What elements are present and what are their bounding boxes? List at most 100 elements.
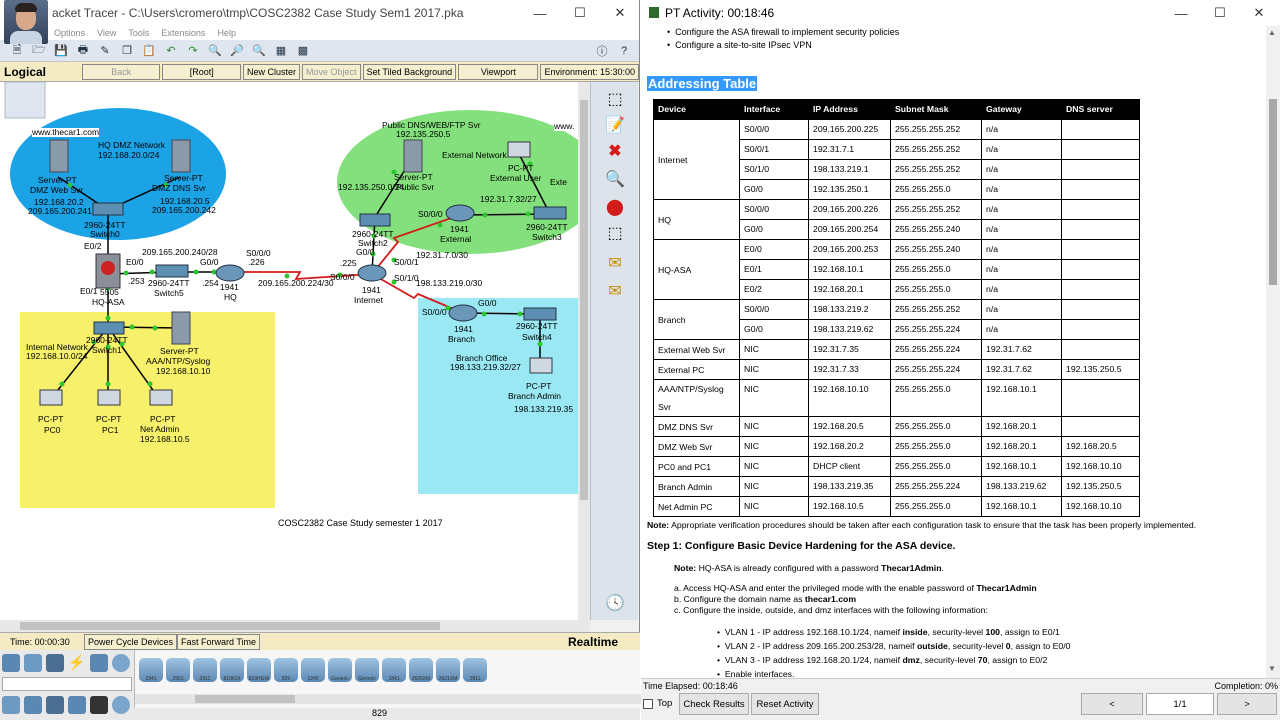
- canvas-horizontal-scrollbar[interactable]: [0, 620, 590, 632]
- note-icon[interactable]: 📝: [603, 114, 627, 136]
- question-icon[interactable]: ?: [615, 43, 633, 59]
- wizard-icon[interactable]: ✎: [96, 43, 114, 59]
- close-icon[interactable]: ✕: [600, 0, 640, 26]
- delete-icon[interactable]: ✖: [603, 140, 627, 162]
- device-cell: Net Admin PC: [653, 496, 740, 517]
- subcat-6-icon[interactable]: [112, 696, 130, 714]
- label-sw4-model: 2960-24TT: [516, 321, 558, 331]
- add-simple-pdu-icon[interactable]: ✉: [603, 252, 627, 274]
- scrollbar-thumb[interactable]: [1269, 99, 1277, 285]
- logical-workspace[interactable]: www.thecar1.com HQ DMZ Network 192.168.2…: [0, 82, 578, 620]
- move-object-button[interactable]: Move Object: [302, 63, 361, 80]
- device-model[interactable]: 2811: [463, 658, 487, 682]
- back-button[interactable]: Back: [81, 63, 161, 80]
- device-model[interactable]: Generic: [328, 658, 352, 682]
- print-icon[interactable]: 🖶: [74, 43, 92, 59]
- zoom-out-icon[interactable]: 🔍: [250, 43, 268, 59]
- open-folder-icon[interactable]: 🗁: [30, 43, 48, 59]
- palette-scrollbar[interactable]: [135, 694, 641, 704]
- switches-category-icon[interactable]: [24, 654, 42, 672]
- zoom-reset-icon[interactable]: 🔎: [228, 43, 246, 59]
- instructions-scrollbar[interactable]: ▲ ▼: [1266, 26, 1280, 678]
- hubs-category-icon[interactable]: [46, 654, 64, 672]
- draw-shape-icon[interactable]: ⬤: [603, 196, 627, 218]
- subcat-5-icon[interactable]: [90, 696, 108, 714]
- device-search-box[interactable]: [2, 677, 132, 691]
- packet-tracer-window: acket Tracer - C:\Users\cromero\tmp\COSC…: [0, 0, 641, 720]
- copy-icon[interactable]: ❐: [118, 43, 136, 59]
- routers-category-icon[interactable]: [2, 654, 20, 672]
- top-checkbox[interactable]: [643, 699, 653, 709]
- device-model[interactable]: 1941: [139, 658, 163, 682]
- resize-shape-icon[interactable]: ⬚: [603, 222, 627, 244]
- reset-activity-button[interactable]: Reset Activity: [751, 693, 819, 715]
- custom-device-icon[interactable]: ▩: [294, 43, 312, 59]
- device-model[interactable]: 819IOX: [220, 658, 244, 682]
- maximize-icon[interactable]: ☐: [560, 0, 600, 26]
- root-button[interactable]: [Root]: [162, 63, 242, 80]
- new-file-icon[interactable]: 🗎: [8, 43, 26, 59]
- task-c: c. Configure the inside, outside, and dm…: [674, 605, 988, 615]
- logical-mode-label: Logical: [4, 64, 47, 79]
- zoom-in-icon[interactable]: 🔍: [206, 43, 224, 59]
- table-cell: 192.168.10.5: [808, 496, 891, 517]
- table-cell: E0/2: [739, 279, 809, 300]
- device-model[interactable]: 2901: [166, 658, 190, 682]
- minimize-icon[interactable]: —: [520, 0, 560, 26]
- info-icon[interactable]: ⓘ: [593, 43, 611, 59]
- check-results-button[interactable]: Check Results: [679, 693, 749, 715]
- realtime-clock-icon[interactable]: 🕓: [603, 592, 627, 614]
- device-model[interactable]: 2911: [193, 658, 217, 682]
- menu-view[interactable]: View: [97, 28, 116, 38]
- activity-maximize-icon[interactable]: ☐: [1200, 0, 1240, 26]
- viewport-button[interactable]: Viewport: [458, 63, 539, 80]
- menu-extensions[interactable]: Extensions: [161, 28, 205, 38]
- table-cell: 209.165.200.226: [808, 199, 891, 220]
- fast-forward-button[interactable]: Fast Forward Time: [177, 633, 261, 650]
- end-devices-category-icon[interactable]: [90, 654, 108, 672]
- connections-category-icon[interactable]: ⚡: [68, 654, 86, 672]
- wireless-category-icon[interactable]: [112, 654, 130, 672]
- canvas-vertical-scrollbar[interactable]: [578, 82, 590, 620]
- power-cycle-button[interactable]: Power Cycle Devices: [84, 633, 178, 650]
- paste-icon[interactable]: 📋: [140, 43, 158, 59]
- realtime-mode-label[interactable]: Realtime: [568, 635, 618, 649]
- environment-button[interactable]: Environment: 15:30:00: [540, 63, 640, 80]
- subcat-2-icon[interactable]: [24, 696, 42, 714]
- table-cell: n/a: [981, 319, 1062, 340]
- table-cell: [1061, 279, 1140, 300]
- device-model[interactable]: 2620XM: [409, 658, 433, 682]
- inspect-icon[interactable]: 🔍: [603, 168, 627, 190]
- subcat-3-icon[interactable]: [46, 696, 64, 714]
- device-model[interactable]: 1240: [301, 658, 325, 682]
- table-cell: 192.168.20.1: [981, 416, 1062, 437]
- menu-help[interactable]: Help: [217, 28, 236, 38]
- device-model[interactable]: 2621XM: [436, 658, 460, 682]
- redo-icon[interactable]: ↷: [184, 43, 202, 59]
- table-cell: 255.255.255.0: [890, 416, 982, 437]
- menu-tools[interactable]: Tools: [128, 28, 149, 38]
- activity-minimize-icon[interactable]: —: [1161, 0, 1201, 26]
- activity-close-icon[interactable]: ✕: [1239, 0, 1279, 26]
- table-cell: NIC: [739, 496, 809, 517]
- new-cluster-button[interactable]: New Cluster: [243, 63, 301, 80]
- table-cell: 192.168.20.5: [1061, 436, 1140, 457]
- previous-page-button[interactable]: <: [1081, 693, 1143, 715]
- palette-icon[interactable]: ▦: [272, 43, 290, 59]
- device-model[interactable]: 829: [274, 658, 298, 682]
- device-model[interactable]: 1841: [382, 658, 406, 682]
- device-model[interactable]: 819HGW: [247, 658, 271, 682]
- save-icon[interactable]: 💾: [52, 43, 70, 59]
- device-model[interactable]: Generic: [355, 658, 379, 682]
- set-tiled-background-button[interactable]: Set Tiled Background: [362, 63, 457, 80]
- undo-icon[interactable]: ↶: [162, 43, 180, 59]
- subcat-4-icon[interactable]: [68, 696, 86, 714]
- add-complex-pdu-icon[interactable]: ✉: [603, 280, 627, 302]
- device-cell: Branch Admin: [653, 476, 740, 497]
- subcat-1-icon[interactable]: [2, 696, 20, 714]
- next-page-button[interactable]: >: [1217, 693, 1277, 715]
- table-cell: S0/0/0: [739, 299, 809, 320]
- menu-options[interactable]: Options: [54, 28, 85, 38]
- table-row: External Web Svr NIC 192.31.7.35 255.255.25…: [653, 339, 1140, 360]
- select-icon[interactable]: ⬚: [603, 88, 627, 110]
